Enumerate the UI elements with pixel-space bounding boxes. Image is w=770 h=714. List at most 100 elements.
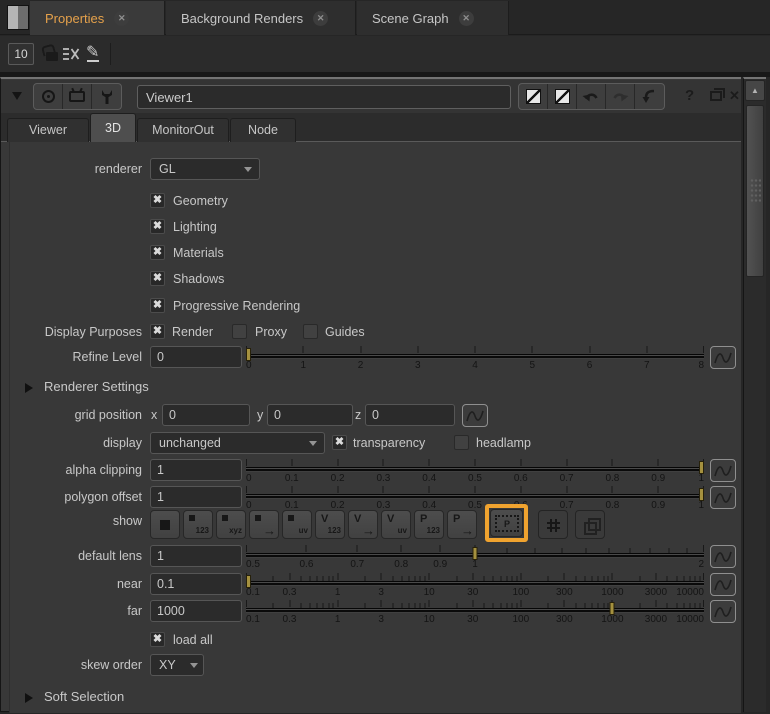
show-point-indices-button[interactable]: 123 [183, 510, 213, 539]
alpha-clipping-slider[interactable]: 00.10.20.30.40.50.60.70.80.91 [246, 459, 704, 485]
renderer-dropdown[interactable]: GL [150, 158, 260, 180]
refine-level-slider[interactable]: 012345678 [246, 346, 704, 372]
animation-curve-button[interactable] [710, 573, 736, 596]
near-slider[interactable]: 0.10.31310301003001000300010000 [246, 573, 704, 599]
slider-handle[interactable] [699, 488, 704, 501]
revert-button[interactable] [635, 84, 664, 109]
scrollbar-thumb[interactable] [746, 105, 764, 277]
alpha-clipping-input[interactable] [150, 459, 242, 481]
center-viewer-button[interactable] [34, 84, 63, 109]
slider-track[interactable] [246, 467, 704, 472]
renderer-settings-label[interactable]: Renderer Settings [44, 378, 149, 396]
close-icon[interactable]: ✕ [459, 11, 474, 26]
undo-button[interactable] [577, 84, 606, 109]
swatch-button-1[interactable] [519, 84, 548, 109]
show-vertex-uvs-button[interactable]: Vuv [381, 510, 411, 539]
scrollbar-up-button[interactable]: ▲ [745, 80, 765, 101]
show-vertex-indices-button[interactable]: V123 [315, 510, 345, 539]
renderer-settings-expand-icon[interactable] [25, 383, 33, 393]
workspace-tab-properties[interactable]: Properties ✕ [30, 1, 165, 35]
vertical-scrollbar[interactable]: ▲ [743, 77, 766, 712]
guides-checkbox[interactable] [303, 324, 318, 339]
far-input[interactable] [150, 600, 242, 622]
animation-curve-button[interactable] [710, 600, 736, 623]
lighting-checkbox[interactable]: ✖ [150, 219, 165, 234]
soft-selection-expand-icon[interactable] [25, 693, 33, 703]
slider-tick [246, 545, 247, 552]
slider-track[interactable] [246, 494, 704, 499]
tab-monitorout[interactable]: MonitorOut [137, 118, 229, 142]
geometry-checkbox[interactable]: ✖ [150, 193, 165, 208]
slider-track[interactable] [246, 608, 704, 613]
show-vertex-normals-button[interactable]: V→ [348, 510, 378, 539]
node-settings-button[interactable] [92, 84, 121, 109]
slider-handle[interactable] [610, 602, 615, 615]
animation-curve-button[interactable] [710, 459, 736, 482]
slider-tick [401, 545, 402, 552]
shadows-checkbox[interactable]: ✖ [150, 271, 165, 286]
close-panel-button[interactable]: ✕ [729, 88, 740, 104]
grid-position-z-input[interactable] [365, 404, 455, 426]
slider-handle[interactable] [699, 461, 704, 474]
show-primitive-indices-button[interactable]: P123 [414, 510, 444, 539]
headlamp-checkbox[interactable] [454, 435, 469, 450]
node-name-input[interactable] [137, 85, 511, 109]
edit-pencil-icon[interactable]: ✎ [86, 42, 99, 62]
polygon-offset-slider[interactable]: 00.10.20.30.40.50.60.70.80.91 [246, 486, 704, 512]
node-menu-chevron-icon[interactable] [12, 92, 22, 100]
workspace-tab-background-renders[interactable]: Background Renders ✕ [166, 1, 356, 35]
slider-track[interactable] [246, 581, 704, 586]
close-icon[interactable]: ✕ [114, 11, 129, 26]
render-checkbox[interactable]: ✖ [150, 324, 165, 339]
grid-position-x-input[interactable] [162, 404, 250, 426]
lock-panels-icon[interactable] [46, 52, 58, 61]
slider-track[interactable] [246, 354, 704, 359]
swatch-button-2[interactable] [548, 84, 577, 109]
progressive-rendering-checkbox[interactable]: ✖ [150, 298, 165, 313]
pane-menu-icon[interactable] [7, 5, 29, 30]
grid-position-y-input[interactable] [267, 404, 353, 426]
float-panel-button[interactable] [710, 91, 722, 101]
slider-handle[interactable] [246, 575, 251, 588]
close-icon[interactable]: ✕ [313, 11, 328, 26]
show-point-uvs-button[interactable]: uv [282, 510, 312, 539]
show-bbox-button[interactable] [575, 510, 605, 539]
load-all-checkbox[interactable]: ✖ [150, 632, 165, 647]
slider-handle[interactable] [246, 348, 251, 361]
redo-button[interactable] [606, 84, 635, 109]
near-input[interactable] [150, 573, 242, 595]
slider-tick-label: 10 [424, 587, 435, 598]
tab-viewer[interactable]: Viewer [7, 118, 89, 142]
show-point-normals-button[interactable]: → [249, 510, 279, 539]
tab-node[interactable]: Node [230, 118, 296, 142]
close-all-panels-icon[interactable] [62, 46, 80, 67]
default-lens-slider[interactable]: 0.50.60.70.80.912 [246, 545, 704, 571]
show-primitive-attributes-button[interactable]: P [490, 509, 523, 537]
animation-curve-button[interactable] [710, 486, 736, 509]
skew-order-dropdown[interactable]: XY [150, 654, 204, 676]
show-primitive-normals-button[interactable]: P→ [447, 510, 477, 539]
slider-tick-label: 0 [246, 360, 252, 371]
proxy-checkbox[interactable] [232, 324, 247, 339]
tab-3d[interactable]: 3D [90, 113, 136, 142]
refine-level-input[interactable] [150, 346, 242, 368]
polygon-offset-input[interactable] [150, 486, 242, 508]
workspace-tab-scene-graph[interactable]: Scene Graph ✕ [357, 1, 509, 35]
max-panels-input[interactable] [8, 43, 34, 65]
show-grid-button[interactable] [538, 510, 568, 539]
animation-curve-button[interactable] [462, 404, 488, 427]
animation-curve-button[interactable] [710, 545, 736, 568]
help-button[interactable]: ? [685, 87, 694, 104]
far-slider[interactable]: 0.10.31310301003001000300010000 [246, 600, 704, 626]
slider-handle[interactable] [473, 547, 478, 560]
soft-selection-label[interactable]: Soft Selection [44, 688, 124, 706]
animation-curve-button[interactable] [710, 346, 736, 369]
show-point-xyz-button[interactable]: xyz [216, 510, 246, 539]
monitor-output-button[interactable] [63, 84, 92, 109]
show-points-button[interactable] [150, 510, 180, 539]
slider-minor-tick [512, 576, 513, 581]
materials-checkbox[interactable]: ✖ [150, 245, 165, 260]
display-dropdown[interactable]: unchanged [150, 432, 325, 454]
default-lens-input[interactable] [150, 545, 242, 567]
transparency-checkbox[interactable]: ✖ [332, 435, 347, 450]
